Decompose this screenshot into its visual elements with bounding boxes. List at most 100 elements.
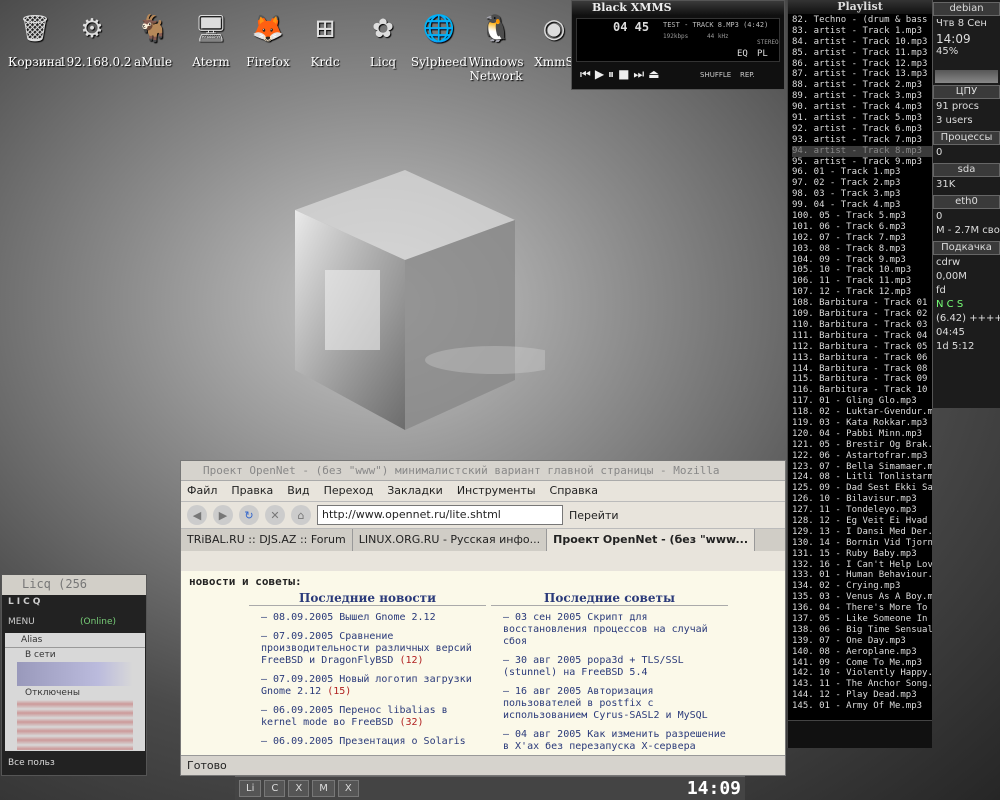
reload-icon[interactable]: ↻ [239, 505, 259, 525]
playlist-row[interactable]: 120. 04 - Pabbi Minn.mp32:39 [792, 429, 932, 440]
forward-icon[interactable]: ▶ [213, 505, 233, 525]
playlist-row[interactable]: 97. 02 - Track 2.mp3 [792, 178, 932, 189]
xmms-pl-button[interactable]: PL [757, 49, 768, 59]
news-link[interactable]: – 07.09.2005 Сравнение производительност… [261, 631, 472, 666]
playlist-row[interactable]: 83. artist - Track 1.mp3 [792, 26, 932, 37]
menu-item[interactable]: Файл [187, 484, 217, 498]
playlist-row[interactable]: 102. 07 - Track 7.mp3 [792, 233, 932, 244]
playlist-row[interactable]: 103. 08 - Track 8.mp3 [792, 244, 932, 255]
news-item[interactable]: – 06.09.2005 Перенос libalias в kernel m… [261, 705, 486, 729]
playlist-row[interactable]: 116. Barbitura - Track 10 [792, 385, 932, 396]
news-item[interactable]: – 07.09.2005 Новый логотип загрузки Gnom… [261, 674, 486, 698]
playlist-row[interactable]: 123. 07 - Bella Simamaer.mp32:37 [792, 462, 932, 473]
playlist-row[interactable]: 91. artist - Track 5.mp3 [792, 113, 932, 124]
prev-icon[interactable]: ⏮ [580, 67, 595, 81]
playlist-row[interactable]: 138. 06 - Big Time Sensuali...3:53 [792, 625, 932, 636]
group-offline[interactable]: Отключены [5, 686, 145, 700]
playlist-row[interactable]: 113. Barbitura - Track 06 [792, 353, 932, 364]
xmms-eq-button[interactable]: EQ [737, 49, 748, 59]
playlist-row[interactable]: 133. 01 - Human Behaviour.mp34:12 [792, 570, 932, 581]
licq-filter[interactable]: Все польз [5, 755, 145, 773]
playlist-row[interactable]: 136. 04 - There's More To L...4:03 [792, 603, 932, 614]
desktop-icon-8[interactable]: 🐧 Windows Network [463, 0, 529, 83]
playlist-row[interactable]: 141. 09 - Come To Me.mp34:55 [792, 658, 932, 669]
playlist-row[interactable]: 106. 11 - Track 11.mp3 [792, 276, 932, 287]
playlist-row[interactable]: 105. 10 - Track 10.mp3 [792, 265, 932, 276]
licq-status[interactable]: (Online) [74, 615, 122, 629]
playlist-row[interactable]: 107. 12 - Track 12.mp3 [792, 287, 932, 298]
url-bar[interactable]: http://www.opennet.ru/lite.shtml [317, 505, 563, 525]
playlist-row[interactable]: 93. artist - Track 7.mp3 [792, 135, 932, 146]
playlist-row[interactable]: 131. 15 - Ruby Baby.mp32:39 [792, 549, 932, 560]
taskbar-item[interactable]: X [337, 780, 359, 797]
playlist-row[interactable]: 87. artist - Track 13.mp3 [792, 69, 932, 80]
playlist-row[interactable]: 142. 10 - Violently Happy.mp34:59 [792, 668, 932, 679]
play-icon[interactable]: ▶ [595, 67, 608, 81]
home-icon[interactable]: ⌂ [291, 505, 311, 525]
playlist-row[interactable]: 125. 09 - Dad Sest Ekki Sae...3:59 [792, 483, 932, 494]
news-link[interactable]: – 06.09.2005 Презентация о Solaris [261, 736, 466, 747]
taskbar-item[interactable]: X [288, 780, 310, 797]
news-item[interactable]: – 08.09.2005 Вышел Gnome 2.12 [261, 612, 486, 624]
playlist-row[interactable]: 100. 05 - Track 5.mp3 [792, 211, 932, 222]
back-icon[interactable]: ◀ [187, 505, 207, 525]
playlist-row[interactable]: 139. 07 - One Day.mp35:14 [792, 636, 932, 647]
playlist-row[interactable]: 126. 10 - Bilavisur.mp32:29 [792, 494, 932, 505]
playlist-row[interactable]: 118. 02 - Luktar-Gvendur.mp32:51 [792, 407, 932, 418]
news-link[interactable]: – 08.09.2005 Вышел Gnome 2.12 [261, 612, 436, 623]
taskbar-item[interactable]: Li [239, 780, 262, 797]
contact-offline-blurred[interactable] [17, 700, 133, 750]
playlist-row[interactable]: 84. artist - Track 10.mp3 [792, 37, 932, 48]
desktop-icon-5[interactable]: ⊞ Krdc [292, 0, 358, 69]
playlist-row[interactable]: 92. artist - Track 6.mp3 [792, 124, 932, 135]
news-link[interactable]: – 07.09.2005 Новый логотип загрузки Gnom… [261, 674, 472, 697]
menu-item[interactable]: Правка [231, 484, 273, 498]
next-icon[interactable]: ⏭ [633, 67, 648, 81]
stop-icon[interactable]: ✕ [265, 505, 285, 525]
playlist-row[interactable]: 117. 01 - Gling Glo.mp3 [792, 396, 932, 407]
contact-online-blurred[interactable] [17, 662, 133, 686]
group-online[interactable]: В сети [5, 648, 145, 662]
playlist-row[interactable]: 85. artist - Track 11.mp3 [792, 48, 932, 59]
playlist-row[interactable]: 96. 01 - Track 1.mp3 [792, 167, 932, 178]
playlist-row[interactable]: 145. 01 - Army Of Me.mp33:54 [792, 701, 932, 712]
playlist-row[interactable]: 90. artist - Track 4.mp3 [792, 102, 932, 113]
playlist-row[interactable]: 89. artist - Track 3.mp3 [792, 91, 932, 102]
xmms-window[interactable]: Black XMMS 04 45 TEST - TRACK 8.MP3 (4:4… [571, 0, 785, 90]
playlist-row[interactable]: 135. 03 - Venus As A Boy.mp34:41 [792, 592, 932, 603]
repeat-button[interactable]: REP. [740, 71, 755, 79]
playlist-list[interactable]: 82. Techno - (drum & bass 83. artist - Tr… [792, 15, 932, 712]
playlist-row[interactable]: 143. 11 - The Anchor Song.mp34:28 [792, 679, 932, 690]
menu-item[interactable]: Справка [550, 484, 598, 498]
taskbar-item[interactable]: C [264, 780, 286, 797]
shuffle-button[interactable]: SHUFFLE [700, 71, 731, 79]
playlist-row[interactable]: 121. 05 - Brestir Og Brak.mp34:59 [792, 440, 932, 451]
eject-icon[interactable]: ⏏ [648, 67, 663, 81]
playlist-row[interactable]: 144. 12 - Play Dead.mp34:15 [792, 690, 932, 701]
playlist-row[interactable]: 115. Barbitura - Track 09 [792, 374, 932, 385]
playlist-row[interactable]: 122. 06 - Astartofrar.mp32:48 [792, 451, 932, 462]
playlist-row[interactable]: 98. 03 - Track 3.mp3 [792, 189, 932, 200]
playlist-row[interactable]: 132. 16 - I Can't Help Lovi...3:39 [792, 560, 932, 571]
playlist-row[interactable]: 114. Barbitura - Track 08 [792, 364, 932, 375]
playlist-row[interactable]: 95. artist - Track 9.mp3 [792, 157, 932, 168]
playlist-row[interactable]: 130. 14 - Bornin Vid Tjorni...2:46 [792, 538, 932, 549]
tip-item[interactable]: – 03 сен 2005 Скрипт для восстановления … [503, 612, 728, 648]
playlist-row[interactable]: 112. Barbitura - Track 05 [792, 342, 932, 353]
news-item[interactable]: – 06.09.2005 Презентация о Solaris [261, 736, 486, 748]
playlist-row[interactable]: 137. 05 - Like Someone In L...4:33 [792, 614, 932, 625]
news-item[interactable]: – 07.09.2005 Сравнение производительност… [261, 631, 486, 667]
licq-window[interactable]: Licq (256 LICQ MENU (Online) Alias В сет… [1, 574, 147, 776]
contact-list[interactable]: Alias В сети Отключены [5, 633, 145, 751]
playlist-row[interactable]: 134. 02 - Crying.mp34:48 [792, 581, 932, 592]
menu-item[interactable]: Закладки [387, 484, 443, 498]
desktop-icon-1[interactable]: ⚙ 192.168.0.2 [59, 0, 132, 69]
xmms-controls[interactable]: ⏮▶⏸■⏭⏏ [580, 67, 664, 82]
playlist-row[interactable]: 129. 13 - I Dansi Med Der.mp32:25 [792, 527, 932, 538]
playlist-row[interactable]: 108. Barbitura - Track 01 [792, 298, 932, 309]
playlist-row[interactable]: 82. Techno - (drum & bass [792, 15, 932, 26]
playlist-row[interactable]: 124. 08 - Litli Tonlistarma...2:43 [792, 472, 932, 483]
playlist-row[interactable]: 88. artist - Track 2.mp3 [792, 80, 932, 91]
playlist-row[interactable]: 109. Barbitura - Track 02 [792, 309, 932, 320]
playlist-row[interactable]: 127. 11 - Tondeleyo.mp32:59 [792, 505, 932, 516]
